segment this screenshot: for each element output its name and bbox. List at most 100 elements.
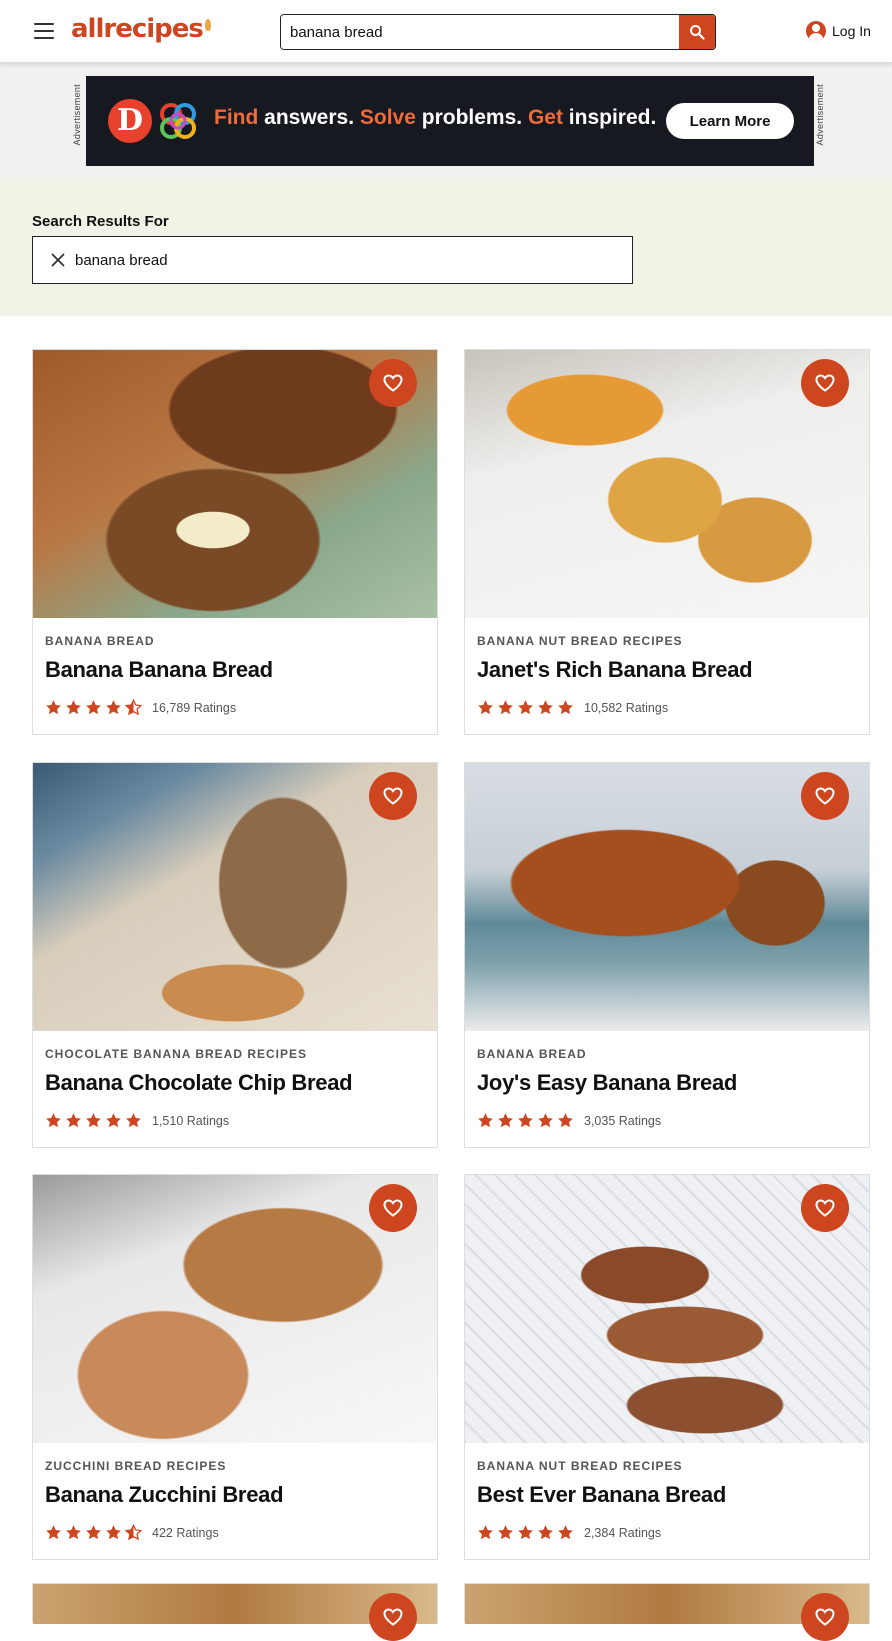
ad-label-right: Advertisement bbox=[815, 84, 825, 146]
save-recipe-button[interactable] bbox=[369, 1184, 417, 1232]
save-recipe-button[interactable] bbox=[801, 359, 849, 407]
save-recipe-button[interactable] bbox=[369, 1593, 417, 1641]
star-half-icon bbox=[125, 1524, 142, 1541]
star-full-icon bbox=[126, 1113, 141, 1128]
ad-learn-more-button[interactable]: Learn More bbox=[666, 103, 794, 139]
heart-icon bbox=[383, 1199, 403, 1217]
rating-stars bbox=[45, 1524, 145, 1541]
heart-icon bbox=[815, 1199, 835, 1217]
star-full-icon bbox=[518, 1525, 533, 1540]
ratings-count: 2,384 Ratings bbox=[584, 1525, 662, 1540]
recipe-rating: 422 Ratings bbox=[45, 1524, 219, 1541]
recipe-category: BANANA NUT BREAD RECIPES bbox=[477, 1459, 683, 1473]
save-recipe-button[interactable] bbox=[369, 772, 417, 820]
recipe-title[interactable]: Joy's Easy Banana Bread bbox=[477, 1070, 737, 1096]
recipe-title[interactable]: Best Ever Banana Bread bbox=[477, 1482, 726, 1508]
star-half-icon bbox=[125, 699, 142, 716]
heart-icon bbox=[383, 374, 403, 392]
ad-label-left: Advertisement bbox=[72, 84, 82, 146]
ad-text-3: inspired. bbox=[562, 106, 657, 129]
rating-stars bbox=[477, 1524, 577, 1541]
save-recipe-button[interactable] bbox=[801, 1184, 849, 1232]
ratings-count: 10,582 Ratings bbox=[584, 700, 669, 715]
recipe-category: ZUCCHINI BREAD RECIPES bbox=[45, 1459, 227, 1473]
recipe-card[interactable]: BANANA BREAD Joy's Easy Banana Bread 3,035… bbox=[464, 762, 870, 1148]
star-full-icon bbox=[106, 700, 121, 715]
star-full-icon bbox=[86, 700, 101, 715]
ratings-count: 16,789 Ratings bbox=[152, 700, 237, 715]
recipe-card[interactable] bbox=[32, 1583, 438, 1641]
star-full-icon bbox=[498, 700, 513, 715]
site-header: allrecipes Log In bbox=[0, 0, 892, 63]
rating-stars bbox=[45, 699, 145, 716]
ratings-count: 422 Ratings bbox=[152, 1525, 219, 1540]
recipe-title[interactable]: Banana Chocolate Chip Bread bbox=[45, 1070, 353, 1096]
recipe-card[interactable]: CHOCOLATE BANANA BREAD RECIPES Banana Cho… bbox=[32, 762, 438, 1148]
star-full-icon bbox=[498, 1113, 513, 1128]
star-full-icon bbox=[66, 700, 81, 715]
star-full-icon bbox=[538, 1525, 553, 1540]
recipe-rating: 3,035 Ratings bbox=[477, 1112, 661, 1129]
save-recipe-button[interactable] bbox=[801, 1593, 849, 1641]
recipe-card[interactable]: ZUCCHINI BREAD RECIPES Banana Zucchini Br… bbox=[32, 1174, 438, 1560]
search-icon bbox=[690, 25, 705, 40]
hamburger-menu-icon[interactable] bbox=[34, 23, 54, 39]
star-full-icon bbox=[66, 1113, 81, 1128]
star-full-icon bbox=[498, 1525, 513, 1540]
recipe-title[interactable]: Banana Banana Bread bbox=[45, 657, 273, 683]
logo-text: allrecipes bbox=[71, 14, 204, 44]
dotdash-d-logo: D bbox=[108, 99, 152, 143]
search-results-input[interactable] bbox=[73, 237, 613, 283]
star-full-icon bbox=[46, 1525, 61, 1540]
ad-headline: Find answers. Solve problems. Get inspir… bbox=[214, 106, 656, 130]
heart-icon bbox=[383, 1608, 403, 1626]
header-search-input[interactable] bbox=[281, 15, 681, 49]
save-recipe-button[interactable] bbox=[369, 359, 417, 407]
recipe-card[interactable]: BANANA BREAD Banana Banana Bread 16,789 Ra… bbox=[32, 349, 438, 735]
star-full-icon bbox=[106, 1525, 121, 1540]
ad-banner[interactable]: D Find answers. Solve problems. Get insp… bbox=[86, 76, 814, 166]
recipe-title[interactable]: Banana Zucchini Bread bbox=[45, 1482, 284, 1508]
star-full-icon bbox=[86, 1525, 101, 1540]
recipe-rating: 16,789 Ratings bbox=[45, 699, 236, 716]
star-full-icon bbox=[66, 1525, 81, 1540]
ad-word-get: Get bbox=[527, 106, 563, 129]
recipe-card[interactable] bbox=[464, 1583, 870, 1641]
search-results-label: Search Results For bbox=[32, 213, 169, 230]
save-recipe-button[interactable] bbox=[801, 772, 849, 820]
rating-stars bbox=[477, 1112, 577, 1129]
star-full-icon bbox=[518, 1113, 533, 1128]
star-full-icon bbox=[46, 700, 61, 715]
recipe-title[interactable]: Janet's Rich Banana Bread bbox=[477, 657, 753, 683]
recipe-rating: 2,384 Ratings bbox=[477, 1524, 661, 1541]
star-full-icon bbox=[538, 1113, 553, 1128]
recipe-rating: 10,582 Ratings bbox=[477, 699, 668, 716]
recipe-rating: 1,510 Ratings bbox=[45, 1112, 229, 1129]
login-button[interactable]: Log In bbox=[806, 21, 871, 41]
star-full-icon bbox=[558, 1525, 573, 1540]
star-full-icon bbox=[478, 1525, 493, 1540]
recipe-category: BANANA NUT BREAD RECIPES bbox=[477, 634, 683, 648]
recipe-card[interactable]: BANANA NUT BREAD RECIPES Janet's Rich Ban… bbox=[464, 349, 870, 735]
allrecipes-logo[interactable]: allrecipes bbox=[71, 14, 211, 44]
search-results-field bbox=[32, 236, 633, 284]
ad-word-find: Find bbox=[214, 106, 259, 129]
recipe-category: BANANA BREAD bbox=[45, 634, 155, 648]
star-full-icon bbox=[478, 700, 493, 715]
heart-icon bbox=[815, 787, 835, 805]
ratings-count: 3,035 Ratings bbox=[584, 1113, 662, 1128]
heart-icon bbox=[815, 374, 835, 392]
heart-icon bbox=[815, 1608, 835, 1626]
recipe-card[interactable]: BANANA NUT BREAD RECIPES Best Ever Banana… bbox=[464, 1174, 870, 1560]
star-full-icon bbox=[558, 1113, 573, 1128]
star-full-icon bbox=[86, 1113, 101, 1128]
login-label: Log In bbox=[832, 23, 871, 39]
star-full-icon bbox=[538, 700, 553, 715]
user-icon bbox=[806, 21, 826, 41]
star-full-icon bbox=[518, 700, 533, 715]
ratings-count: 1,510 Ratings bbox=[152, 1113, 230, 1128]
search-button[interactable] bbox=[679, 15, 715, 49]
clear-search-icon[interactable] bbox=[51, 253, 65, 267]
ad-word-solve: Solve bbox=[359, 106, 416, 129]
heart-icon bbox=[383, 787, 403, 805]
